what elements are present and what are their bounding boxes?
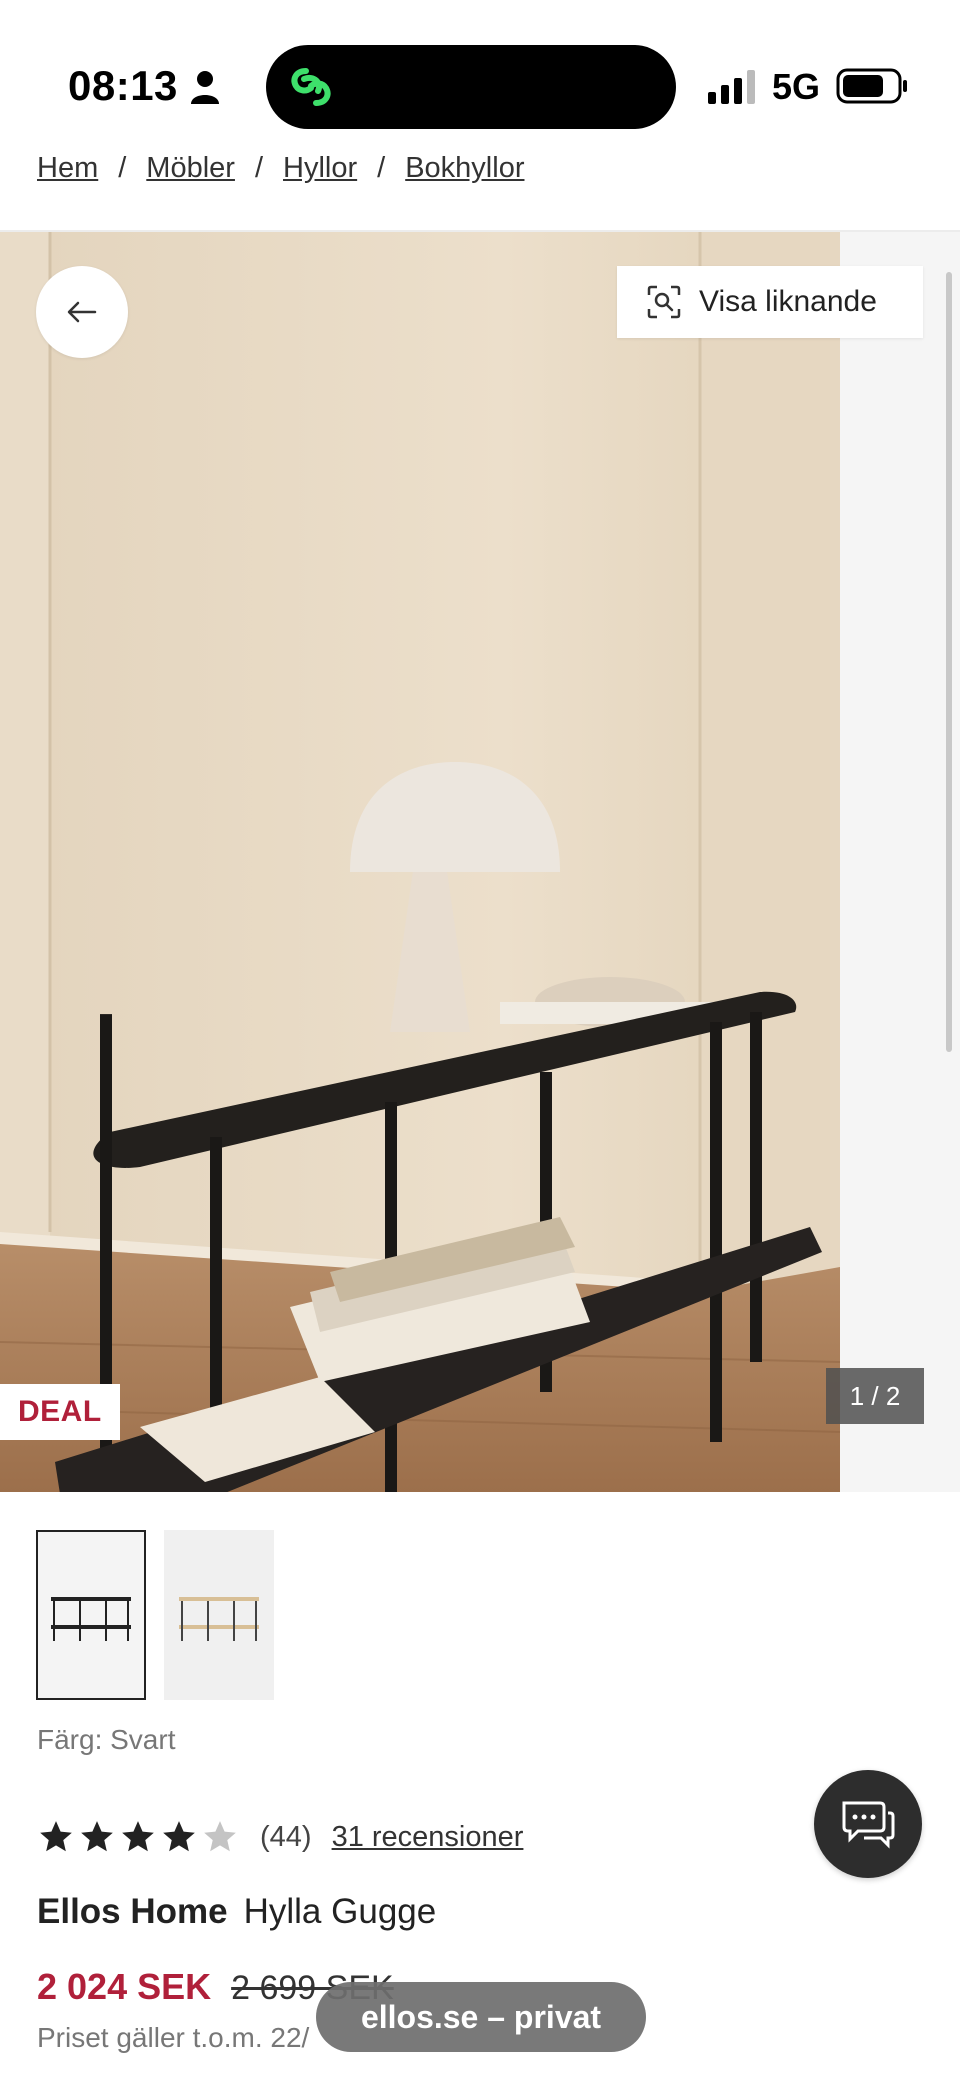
show-similar-button[interactable]: Visa liknande: [617, 266, 923, 338]
breadcrumb-furniture[interactable]: Möbler: [146, 152, 235, 185]
person-icon: [191, 71, 219, 104]
breadcrumb-separator: /: [254, 152, 264, 184]
breadcrumb: Hem / Möbler / Hyllor / Bokhyllor: [37, 152, 524, 185]
current-price: 2 024 SEK: [37, 1966, 212, 2007]
star-filled-icon: [163, 1821, 195, 1852]
star-filled-icon: [40, 1821, 72, 1852]
breadcrumb-bookshelves[interactable]: Bokhyllor: [405, 152, 524, 185]
chat-icon: [842, 1801, 895, 1849]
product-brand[interactable]: Ellos Home: [37, 1892, 228, 1931]
product-name: Hylla Gugge: [243, 1892, 437, 1931]
chat-button[interactable]: [814, 1770, 922, 1878]
breadcrumb-separator: /: [118, 152, 127, 184]
star-rating: [37, 1818, 242, 1856]
network-type: 5G: [772, 66, 821, 107]
product-image[interactable]: [0, 232, 840, 1492]
scroll-indicator[interactable]: [946, 272, 952, 1052]
star-filled-icon: [81, 1821, 113, 1852]
star-filled-icon: [122, 1821, 154, 1852]
deal-badge: DEAL: [0, 1384, 120, 1440]
thumbnail-black[interactable]: [36, 1530, 146, 1700]
color-label: Färg: Svart: [37, 1724, 176, 1755]
next-image-peek[interactable]: [840, 232, 960, 1492]
star-empty-icon: [204, 1821, 236, 1852]
visual-search-icon: [647, 285, 681, 319]
rating-row: (44) 31 recensioner: [37, 1818, 523, 1856]
rating-count: (44): [260, 1820, 312, 1853]
show-similar-label: Visa liknande: [699, 285, 877, 318]
reviews-link[interactable]: 31 recensioner: [332, 1821, 524, 1854]
app-link-icon: [291, 68, 331, 106]
image-counter: 1 / 2: [826, 1368, 924, 1424]
thumbnail-shelf-oak-image: [179, 1597, 259, 1641]
status-time: 08:13: [68, 62, 178, 109]
price-validity-note: Priset gäller t.o.m. 22/: [37, 2022, 310, 2053]
breadcrumb-shelves[interactable]: Hyllor: [283, 152, 357, 185]
thumbnail-shelf-black-image: [51, 1597, 131, 1641]
back-button[interactable]: [36, 266, 128, 358]
signal-icon: [708, 70, 755, 104]
battery-icon: [836, 68, 907, 104]
dynamic-island: [266, 45, 676, 129]
thumbnail-oak[interactable]: [164, 1530, 274, 1700]
arrow-left-icon: [67, 301, 97, 323]
product-gallery[interactable]: Visa liknande DEAL 1 / 2: [0, 232, 960, 1492]
breadcrumb-separator: /: [377, 152, 386, 184]
breadcrumb-home[interactable]: Hem: [37, 152, 98, 185]
status-bar: 08:13 5G: [0, 0, 960, 150]
site-url-pill[interactable]: ellos.se – privat: [316, 1982, 646, 2052]
product-title: Ellos Home Hylla Gugge: [37, 1892, 436, 1932]
